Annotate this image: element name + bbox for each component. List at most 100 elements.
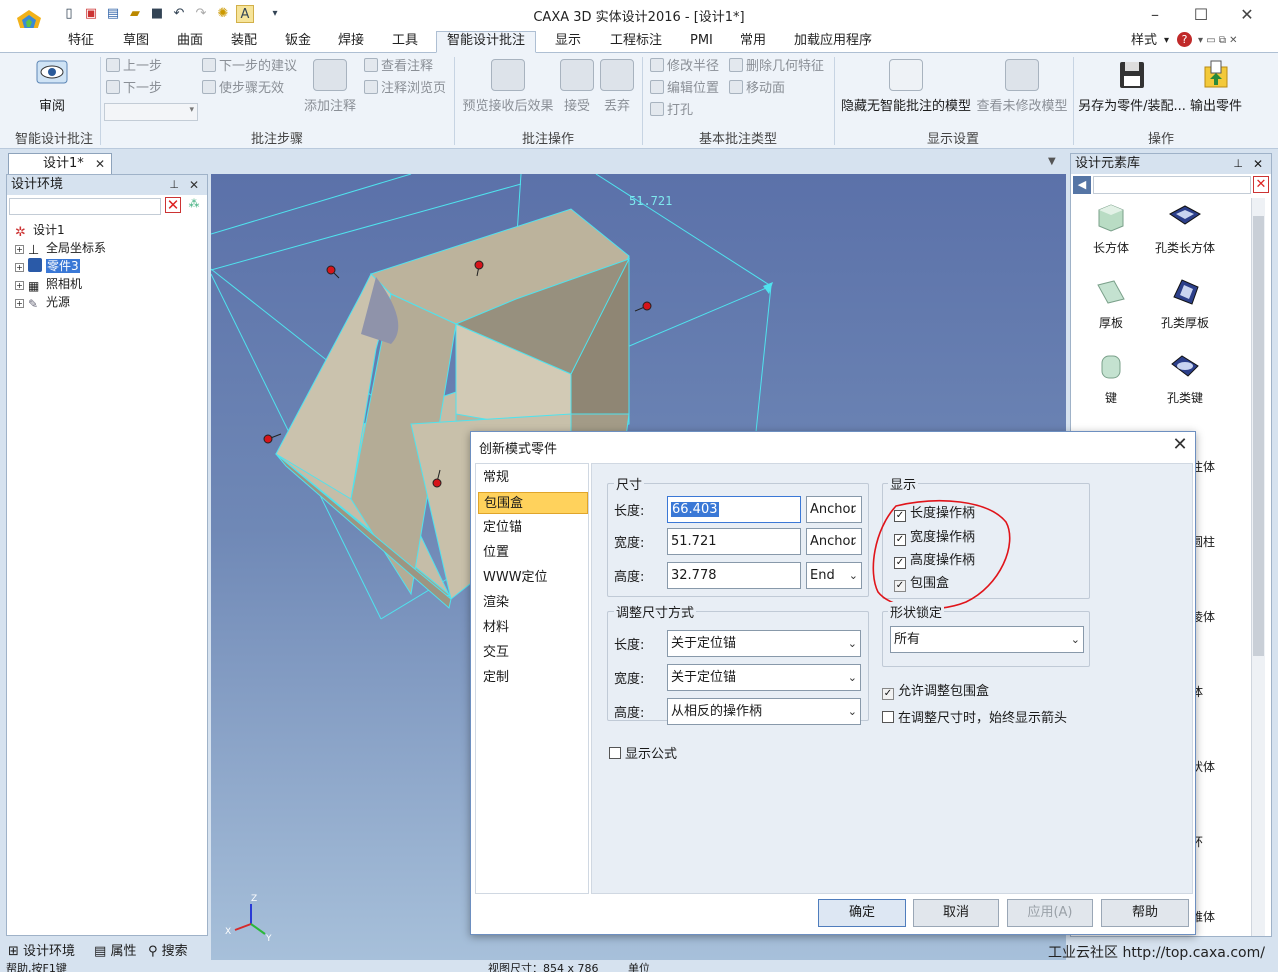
tree-item-part3[interactable]: + 零件3	[15, 257, 207, 275]
tab-display[interactable]: 显示	[555, 32, 581, 52]
review-button[interactable]: 审阅	[28, 59, 76, 114]
shape-lock-select[interactable]: 所有 ⌄	[890, 626, 1084, 653]
show-formula-checkbox[interactable]: 显示公式	[609, 743, 677, 762]
nav-render[interactable]: 渲染	[478, 592, 588, 614]
expand-icon[interactable]: +	[15, 299, 24, 308]
tab-surface[interactable]: 曲面	[177, 32, 203, 52]
adjust-length-select[interactable]: 关于定位锚 ⌄	[667, 630, 861, 657]
minimize-icon[interactable]: –	[1132, 2, 1178, 28]
tree-item-design1[interactable]: ✲ 设计1	[15, 221, 207, 240]
apply-button[interactable]: 应用(A)	[1007, 899, 1093, 927]
nav-bounding-box[interactable]: 包围盒	[478, 492, 588, 514]
close-icon[interactable]: ✕	[1224, 2, 1270, 28]
tab-tools[interactable]: 工具	[392, 32, 418, 52]
back-arrow-icon[interactable]: ◀	[1073, 176, 1091, 194]
discard-button[interactable]: 丢弃	[600, 59, 634, 114]
next-suggest-button[interactable]: 下一步的建议	[202, 57, 297, 77]
lib-item-hole-plate[interactable]: 孔类厚板	[1145, 277, 1225, 331]
tree-item-light[interactable]: + ✎ 光源	[15, 293, 207, 311]
scrollbar-thumb[interactable]	[1253, 216, 1264, 656]
maximize-icon[interactable]: ☐	[1178, 2, 1224, 28]
cancel-button[interactable]: 取消	[913, 899, 999, 927]
width-input[interactable]: 51.721	[667, 528, 801, 555]
nav-anchor[interactable]: 定位锚	[478, 517, 588, 539]
help-button[interactable]: 帮助	[1101, 899, 1189, 927]
lib-item-plate[interactable]: 厚板	[1071, 277, 1151, 331]
style-dropdown-icon[interactable]: ▾	[1164, 32, 1169, 52]
tree-item-global-coords[interactable]: + ⊥ 全局坐标系	[15, 239, 207, 258]
tree-sort-icon[interactable]: ⁂	[185, 197, 203, 215]
export-part-button[interactable]: 输出零件	[1188, 59, 1244, 114]
accept-button[interactable]: 接受	[560, 59, 594, 114]
nav-material[interactable]: 材料	[478, 617, 588, 639]
tab-smart-annotation[interactable]: 智能设计批注	[436, 31, 537, 53]
tab-assembly[interactable]: 装配	[231, 32, 257, 52]
modify-radius-button[interactable]: 修改半径	[650, 57, 719, 77]
tab-welding[interactable]: 焊接	[338, 32, 364, 52]
dimension-label[interactable]: 51.721	[629, 194, 672, 208]
nav-general[interactable]: 常规	[478, 467, 588, 489]
nav-position[interactable]: 位置	[478, 542, 588, 564]
tab-pmi[interactable]: PMI	[690, 32, 713, 52]
tab-addins[interactable]: 加载应用程序	[794, 32, 872, 52]
delete-geo-button[interactable]: 删除几何特征	[729, 57, 824, 77]
expand-icon[interactable]: +	[15, 281, 24, 290]
tab-search[interactable]: ⚲ 搜索	[148, 940, 188, 959]
pin-icon[interactable]: ⊥	[169, 175, 179, 195]
length-input[interactable]: 66.403	[667, 496, 801, 523]
hide-unannotated-button[interactable]: 隐藏无智能批注的模型	[840, 59, 972, 114]
step-dropdown[interactable]: ▾	[104, 103, 198, 121]
help-icon[interactable]: ?	[1177, 32, 1192, 47]
tab-engineering-annotation[interactable]: 工程标注	[610, 32, 662, 52]
tab-properties[interactable]: ▤ 属性	[94, 940, 136, 959]
tabs-dropdown-icon[interactable]: ▼	[1048, 156, 1056, 167]
prev-step-button[interactable]: 上一步	[106, 57, 162, 77]
lib-item-hole-key[interactable]: 孔类键	[1145, 352, 1225, 406]
doc-tab-design1[interactable]: 设计1* ✕	[8, 153, 112, 174]
ribbon-min-icon[interactable]: ▾ ▭ ⧉ ✕	[1198, 32, 1238, 52]
view-unmodified-button[interactable]: 查看未修改模型	[974, 59, 1070, 114]
expand-icon[interactable]: +	[15, 263, 24, 272]
tab-common[interactable]: 常用	[740, 32, 766, 52]
punch-button[interactable]: 打孔	[650, 101, 693, 121]
adjust-width-select[interactable]: 关于定位锚 ⌄	[667, 664, 861, 691]
clear-filter-icon[interactable]: ✕	[165, 197, 181, 213]
browse-note-button[interactable]: 注释浏览页	[364, 79, 446, 99]
tab-design-env[interactable]: ⊞ 设计环境	[8, 940, 75, 959]
save-as-part-button[interactable]: 另存为零件/装配...	[1078, 59, 1186, 114]
lib-item-key[interactable]: 键	[1071, 352, 1151, 406]
library-scrollbar[interactable]	[1251, 198, 1265, 936]
edit-position-button[interactable]: 编辑位置	[650, 79, 719, 99]
close-icon[interactable]: ✕	[1169, 434, 1191, 456]
add-note-button[interactable]: 添加注释	[302, 59, 358, 114]
allow-adjust-checkbox[interactable]: 允许调整包围盒	[882, 680, 989, 700]
invalidate-step-button[interactable]: 使步骤无效	[202, 79, 284, 99]
tab-sketch[interactable]: 草图	[123, 32, 149, 52]
next-step-button[interactable]: 下一步	[106, 79, 162, 99]
expand-icon[interactable]: +	[15, 245, 24, 254]
always-arrows-checkbox[interactable]: 在调整尺寸时，始终显示箭头	[882, 707, 1067, 726]
view-note-button[interactable]: 查看注释	[364, 57, 433, 77]
nav-www-position[interactable]: WWW定位	[478, 567, 588, 589]
tree-filter-input[interactable]	[9, 198, 161, 215]
nav-custom[interactable]: 定制	[478, 667, 588, 689]
nav-interaction[interactable]: 交互	[478, 642, 588, 664]
adjust-height-select[interactable]: 从相反的操作柄 ⌄	[667, 698, 861, 725]
library-path-input[interactable]	[1093, 176, 1251, 194]
width-mode-select[interactable]: Anchor ⌄	[806, 528, 862, 555]
move-face-button[interactable]: 移动面	[729, 79, 785, 99]
ok-button[interactable]: 确定	[818, 899, 906, 927]
length-mode-select[interactable]: Anchor ⌄	[806, 496, 862, 523]
pin-icon[interactable]: ⊥	[1233, 154, 1243, 174]
lib-item-box[interactable]: 长方体	[1071, 202, 1151, 256]
tab-sheetmetal[interactable]: 钣金	[285, 32, 311, 52]
style-menu[interactable]: 样式	[1131, 32, 1157, 52]
close-panel-icon[interactable]: ✕	[1253, 154, 1263, 174]
preview-accept-button[interactable]: 预览接收后效果	[460, 59, 556, 114]
height-mode-select[interactable]: End ⌄	[806, 562, 862, 589]
tab-feature[interactable]: 特征	[68, 32, 94, 52]
height-input[interactable]: 32.778	[667, 562, 801, 589]
close-panel-icon[interactable]: ✕	[189, 175, 199, 195]
close-tab-icon[interactable]: ✕	[95, 154, 105, 174]
lib-item-hole-box[interactable]: 孔类长方体	[1145, 202, 1225, 256]
